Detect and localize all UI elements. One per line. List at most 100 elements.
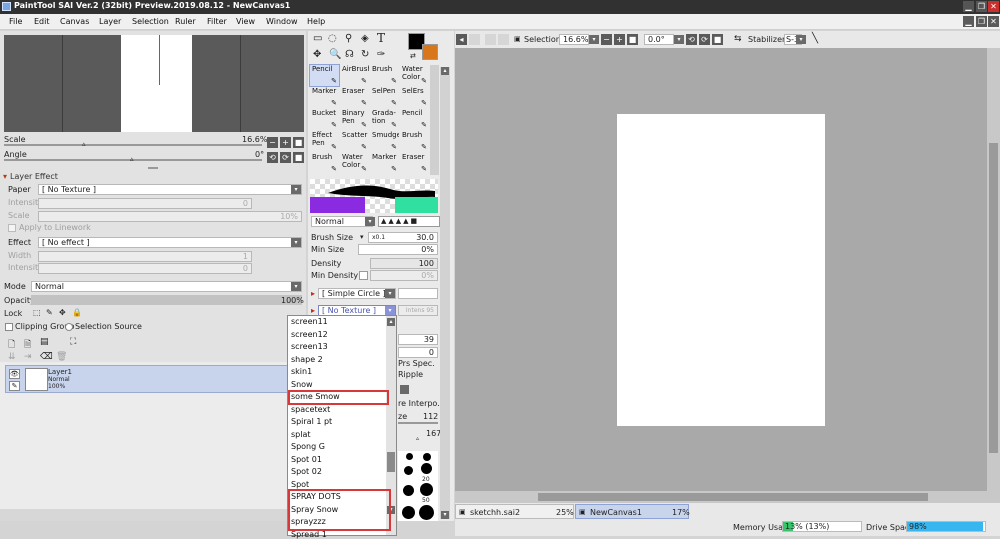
opacity-slider[interactable] [31,295,302,305]
magic-wand-icon[interactable]: ⚲ [345,33,352,44]
rotate-icon[interactable]: ↻ [361,49,369,60]
lock-move-icon[interactable]: ✥ [59,308,66,317]
size-slider[interactable] [398,422,438,424]
menu-window[interactable]: Window [266,17,298,26]
brush-field-2[interactable]: 0 [398,347,438,358]
select-rect-icon[interactable]: ▭ [313,33,322,44]
rotation-field[interactable]: 0.0° [644,34,674,45]
tool-item[interactable]: Brush ✎ [370,65,399,86]
brush-icon[interactable]: ✎ [9,381,20,391]
fill-layer-icon[interactable]: ⛶ [70,337,76,347]
bucket-icon[interactable]: ◈ [361,33,369,44]
min-density-field[interactable]: 0% [370,270,438,281]
tool-item[interactable]: Eraser ✎ [400,153,429,174]
mdi-restore-icon[interactable]: ❐ [976,16,987,27]
menu-edit[interactable]: Edit [34,17,50,26]
toolbar-zoom-out-button[interactable]: − [601,34,612,45]
chevron-down-icon[interactable]: ▾ [365,217,375,226]
tool-item[interactable]: Smudge ✎ [370,131,399,152]
size-dot[interactable] [403,485,414,496]
chevron-down-icon[interactable]: ▾ [674,35,684,44]
dropdown-item[interactable]: screen11 [291,317,328,326]
restore-icon[interactable]: ❐ [976,1,987,12]
dropdown-item[interactable]: Spot 01 [291,455,322,464]
new-folder-icon[interactable]: ▤ [40,337,49,347]
eye-icon[interactable]: 👁 [9,369,20,379]
layer-effect-header[interactable]: Layer Effect [10,172,58,181]
dropdown-item[interactable]: shape 2 [291,355,323,364]
merge-down-icon[interactable]: ⇊ [8,352,16,362]
selection-toggle-icon[interactable]: ▣ [514,35,521,43]
size-multiplier-dropdown[interactable]: ▾ [360,233,364,241]
density-field[interactable]: 100 [370,258,438,269]
dropdown-scroll-thumb[interactable] [387,452,395,472]
menu-filter[interactable]: Filter [207,17,227,26]
tool-item[interactable]: Marker ✎ [370,153,399,174]
lock-all-icon[interactable]: 🔒 [72,308,82,317]
chevron-down-icon[interactable]: ▾ [385,289,395,298]
tool-item[interactable]: SelErs ✎ [400,87,429,108]
tool-item[interactable]: Pencil ✎ [309,64,340,87]
zoom-reset-button[interactable]: ■ [293,137,304,148]
expand-shape-icon[interactable]: ▸ [311,289,315,298]
lock-paint-icon[interactable]: ✎ [46,308,53,317]
eyedropper-icon[interactable]: ✑ [377,49,385,60]
toolbar-rotate-reset-button[interactable]: ■ [712,34,723,45]
dropdown-item[interactable]: screen12 [291,330,328,339]
mdi-close-icon[interactable]: ✕ [988,16,999,27]
rotate-right-button[interactable]: ⟳ [280,152,291,163]
lasso-icon[interactable]: ◌ [328,33,337,44]
toolbar-rotate-left-button[interactable]: ⟲ [686,34,697,45]
brush-size-palette[interactable]: 20 50 [398,451,438,521]
left-scrollbar[interactable] [0,509,306,521]
brush-tip-shapes[interactable]: ▲▲▲▲■ [378,216,440,227]
canvas-vertical-scrollbar[interactable] [987,48,1000,503]
navigator-preview[interactable] [4,35,304,132]
dropdown-item[interactable]: Spiral 1 pt [291,417,332,426]
angle-thumb-icon[interactable]: ▵ [130,155,134,163]
rotate-left-button[interactable]: ⟲ [267,152,278,163]
menu-file[interactable]: File [9,17,22,26]
chevron-down-icon[interactable]: ▾ [796,35,806,44]
tool-item[interactable]: Bucket ✎ [310,109,339,130]
min-density-checkbox[interactable] [359,271,368,280]
menu-selection[interactable]: Selection [132,17,169,26]
chevron-down-icon[interactable]: ▾ [589,35,599,44]
tool-item[interactable]: Water Color ✎ [340,153,369,174]
layer-effect-caret-icon[interactable]: ▾ [3,172,7,181]
menu-canvas[interactable]: Canvas [60,17,89,26]
menu-layer[interactable]: Layer [99,17,121,26]
tool-item[interactable]: Grada- tion ✎ [370,109,399,130]
tool-item[interactable]: Marker ✎ [310,87,339,108]
dropdown-item[interactable]: skin1 [291,367,312,376]
scale-thumb-icon[interactable]: ▵ [82,140,86,148]
swap-colors-icon[interactable]: ⇄ [410,52,416,60]
dropdown-item[interactable]: Snow [291,380,313,389]
canvas-horizontal-scrollbar[interactable] [455,491,987,503]
canvas-vscroll-thumb[interactable] [989,143,998,453]
text-tool-icon[interactable]: T [377,31,385,45]
close-icon[interactable]: ✕ [988,1,999,12]
lock-transparency-icon[interactable]: ⬚ [33,308,41,317]
tool-item[interactable]: Scatter ✎ [340,131,369,152]
size-dot[interactable] [423,453,431,461]
new-linework-layer-icon[interactable]: 🗎 [24,337,31,353]
min-size-field[interactable]: 0% [358,244,438,255]
clear-layer-icon[interactable]: ⌫ [40,352,53,362]
mdi-minimize-icon[interactable]: ▁ [963,16,974,27]
zoom-out-button[interactable]: − [267,137,278,148]
dropdown-item[interactable]: splat [291,430,311,439]
tool-item[interactable]: Brush ✎ [400,131,429,152]
tool-panel-scrollbar[interactable]: ▴ ▾ [440,67,450,519]
blend-mode-select[interactable]: Normal [31,281,302,292]
dropdown-item[interactable]: screen13 [291,342,328,351]
tool-item[interactable]: Effect Pen ✎ [310,131,339,152]
tool-item[interactable]: Eraser ✎ [340,87,369,108]
scroll-up-icon[interactable]: ▴ [441,67,449,75]
size-thumb-icon[interactable]: ▵ [416,435,419,442]
size-dot[interactable] [406,453,413,460]
tool-item[interactable]: Binary Pen ✎ [340,109,369,130]
invert-selection-button[interactable] [498,34,509,45]
scroll-down-icon[interactable]: ▾ [441,511,449,519]
paper-texture-select[interactable]: [ No Texture ] [38,184,302,195]
